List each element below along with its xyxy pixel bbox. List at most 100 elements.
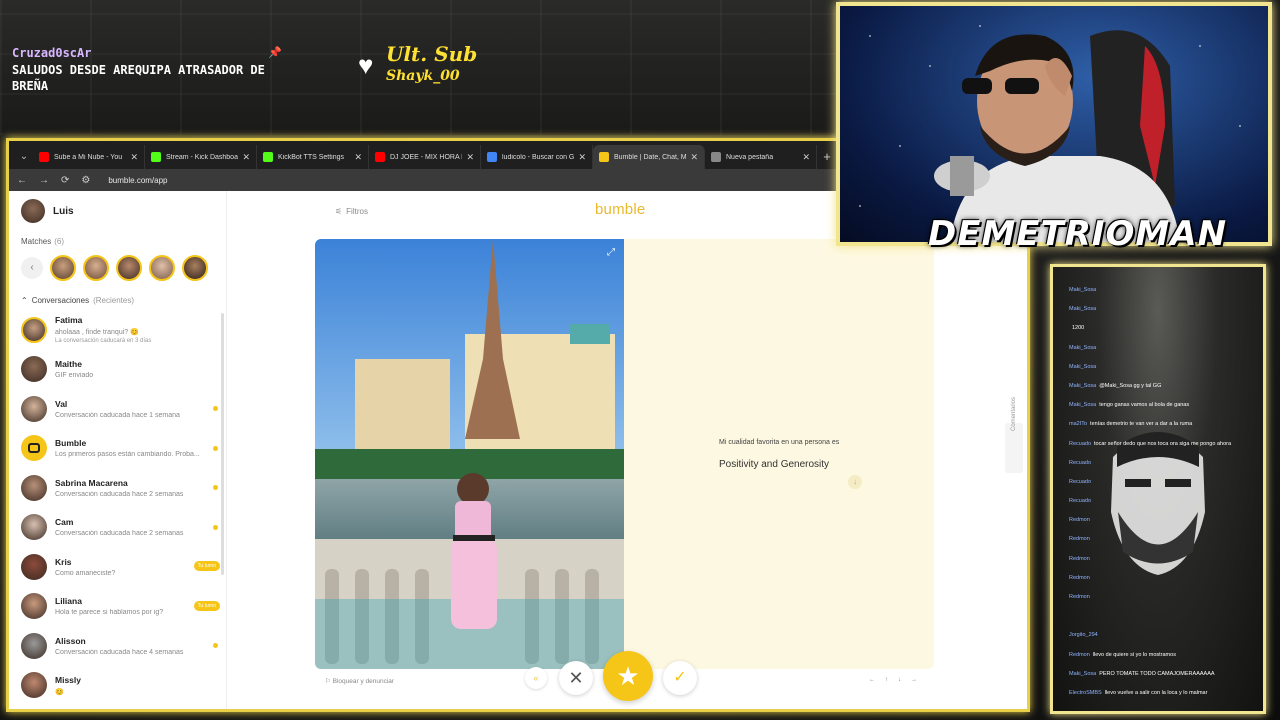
- conversation-preview: Los primeros pasos están cambiando. Prob…: [55, 451, 200, 459]
- stream-scene: Cruzad0scAr SALUDOS DESDE AREQUIPA ATRAS…: [0, 0, 1280, 720]
- conversation-name: Cam: [55, 517, 74, 528]
- avatar: [21, 356, 47, 383]
- conversation-preview: 😊: [55, 688, 64, 696]
- heart-icon: ♥: [358, 50, 374, 80]
- browser-tab[interactable]: Sube a Mi Nube - You ✕: [33, 145, 145, 169]
- close-icon[interactable]: ✕: [130, 152, 138, 163]
- conversation-item[interactable]: Maithe GIF enviado: [9, 350, 226, 390]
- avatar: [21, 395, 47, 422]
- close-icon[interactable]: ✕: [578, 152, 586, 163]
- pin-icon: 📌: [268, 47, 282, 59]
- conversation-item[interactable]: Bumble Los primeros pasos están cambiando…: [9, 429, 226, 469]
- conversation-item[interactable]: Sabrina Macarena Conversación caducada ha…: [9, 468, 226, 508]
- webcam-feed: [836, 2, 1272, 246]
- chevron-left-icon[interactable]: ‹: [21, 257, 43, 279]
- chat-line-user: Redmon: [1069, 517, 1090, 524]
- chevron-up-icon[interactable]: ⌃: [21, 296, 28, 305]
- report-link[interactable]: ⚐ Bloquear y denunciar: [325, 677, 394, 685]
- pass-button[interactable]: ✕: [559, 661, 593, 695]
- close-icon[interactable]: ✕: [466, 152, 474, 163]
- chat-line: Redmon: [1069, 530, 1259, 549]
- conversation-preview: Conversación caducada hace 4 semanas: [55, 648, 184, 656]
- conversation-name: Missly: [55, 674, 81, 685]
- chat-line-user: Maki_Sosa: [1069, 382, 1097, 389]
- chat-message-text: SALUDOS DESDE AREQUIPA ATRASADOR DE BREÑ…: [12, 63, 265, 93]
- tab-title: ludicolo - Buscar con Goo: [502, 153, 575, 161]
- conversation-item[interactable]: Kris Como amaneciste? Tu turno: [9, 547, 226, 587]
- unread-dot: [213, 406, 218, 411]
- close-icon[interactable]: ✕: [802, 152, 810, 163]
- tab-search-icon[interactable]: ⌄: [15, 145, 33, 169]
- tab-favicon-icon: [599, 152, 609, 162]
- browser-tab[interactable]: ludicolo - Buscar con Goo ✕: [481, 145, 593, 169]
- avatar[interactable]: [21, 199, 45, 223]
- chat-line: ElectroSMBS llevo vuelve a salir con la l…: [1069, 684, 1259, 703]
- avatar: [21, 474, 47, 501]
- conversation-preview: Hola te parece si hablamos por ig?: [55, 609, 164, 617]
- back-icon[interactable]: ←: [17, 175, 27, 186]
- chat-line-text: PERO TOMATE TODO CAMAJOMERAAAAAA: [1099, 670, 1215, 677]
- url-field[interactable]: bumble.com/app: [108, 176, 167, 185]
- conversation-item[interactable]: Fatima aholaaa , finde tranqui? 😊 La conve…: [9, 310, 226, 350]
- match-avatar[interactable]: [116, 255, 142, 281]
- chat-line: Maki_Sosa: [1069, 358, 1259, 377]
- conversations-heading[interactable]: ⌃ Conversaciones (Recientes): [9, 290, 226, 310]
- chat-line: Redmon: [1069, 569, 1259, 588]
- tab-title: Nueva pestaña: [726, 153, 774, 161]
- browser-tab[interactable]: KickBot TTS Settings ✕: [257, 145, 369, 169]
- conversation-item[interactable]: Cam Conversación caducada hace 2 semanas: [9, 508, 226, 548]
- conversation-item[interactable]: Val Conversación caducada hace 1 semana: [9, 389, 226, 429]
- reload-icon[interactable]: ⟳: [61, 175, 69, 186]
- superswipe-button[interactable]: ★: [603, 651, 653, 701]
- filter-button[interactable]: ⚟ Filtros: [335, 207, 368, 216]
- chat-line: [1069, 607, 1259, 626]
- avatar: [21, 593, 47, 620]
- expand-icon[interactable]: ⤢: [607, 247, 615, 258]
- chat-line-user: Maki_Sosa: [1069, 670, 1097, 677]
- match-avatar[interactable]: [149, 255, 175, 281]
- chat-panel: Maki_Sosa Maki_Sosa 1200 Maki_Sosa Maki_Sosa…: [1050, 264, 1266, 714]
- chat-line-text: 1200: [1072, 325, 1085, 332]
- tab-title: Bumble | Date, Chat, Meet: [614, 153, 687, 161]
- new-tab-button[interactable]: +: [817, 145, 837, 169]
- tab-title: Stream - Kick Dashboard: [166, 153, 239, 161]
- match-avatar[interactable]: [83, 255, 109, 281]
- matches-carousel: ‹: [9, 246, 226, 290]
- rewind-button[interactable]: «: [525, 667, 547, 689]
- forward-icon[interactable]: →: [39, 175, 49, 186]
- conversation-item[interactable]: Missly 😊: [9, 666, 226, 706]
- conversation-preview: Como amaneciste?: [55, 569, 116, 577]
- bumble-logo[interactable]: bumble: [595, 201, 645, 218]
- profile-photo[interactable]: [315, 239, 624, 669]
- browser-tab[interactable]: Bumble | Date, Chat, Meet✕: [593, 145, 705, 169]
- conversation-name: Sabrina Macarena: [55, 477, 128, 488]
- browser-tab[interactable]: Nueva pestaña ✕: [705, 145, 817, 169]
- close-icon[interactable]: ✕: [354, 152, 362, 163]
- profile-header[interactable]: Luis: [9, 191, 226, 231]
- chat-line-user: Maki_Sosa: [1069, 402, 1097, 409]
- site-info-icon[interactable]: ⚙: [81, 175, 90, 186]
- match-avatar[interactable]: [182, 255, 208, 281]
- bumble-logo-icon: [21, 435, 47, 462]
- conversation-item[interactable]: Alisson Conversación caducada hace 4 sema…: [9, 626, 226, 666]
- match-avatar[interactable]: [50, 255, 76, 281]
- close-icon[interactable]: ✕: [690, 152, 698, 163]
- arrow-down-icon[interactable]: ↓: [848, 475, 862, 489]
- browser-tab[interactable]: Stream - Kick Dashboard ✕: [145, 145, 257, 169]
- close-icon[interactable]: ✕: [242, 152, 250, 163]
- arrow-left-icon: ←: [869, 677, 875, 683]
- chat-line-user: Redmon: [1069, 651, 1090, 658]
- conversation-preview: Conversación caducada hace 1 semana: [55, 411, 180, 419]
- conversation-item[interactable]: Liliana Hola te parece si hablamos por ig…: [9, 587, 226, 627]
- chat-line: Redmon: [1069, 588, 1259, 607]
- conversation-list: Fatima aholaaa , finde tranqui? 😊 La conve…: [9, 310, 226, 705]
- conversation-preview: GIF enviado: [55, 372, 94, 380]
- sidebar-scrollbar[interactable]: [221, 313, 224, 575]
- avatar: [21, 553, 47, 580]
- like-button[interactable]: ✓: [663, 661, 697, 695]
- chat-line: Maki_Sosa PERO TOMATE TODO CAMAJOMERAAAAA…: [1069, 665, 1259, 684]
- report-label: Bloquear y denunciar: [332, 678, 395, 685]
- browser-tab[interactable]: DJ JOEE - MIX HORA LOC ✕: [369, 145, 481, 169]
- chat-line-user: Maki_Sosa: [1069, 344, 1097, 351]
- chat-line: Redmon: [1069, 511, 1259, 530]
